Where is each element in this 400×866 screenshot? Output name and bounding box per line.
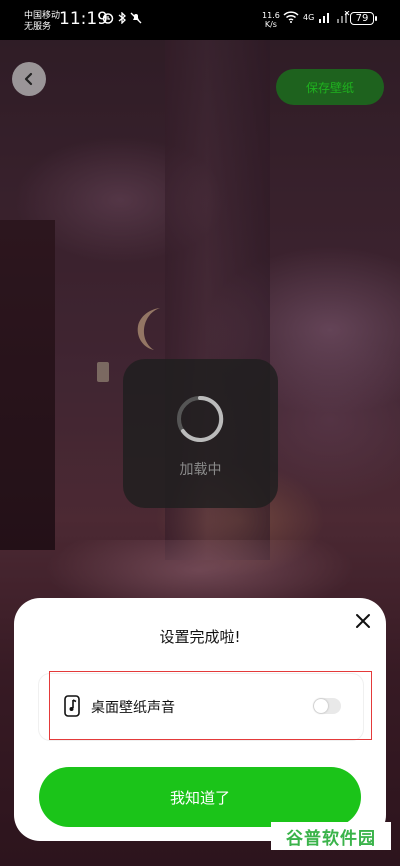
loading-text: 加载中	[179, 462, 222, 478]
no-signal-icon	[337, 11, 350, 23]
alarm-icon	[102, 13, 114, 24]
network-type-label: 4G	[303, 12, 315, 22]
watermark-logo: 谷普软件园	[271, 822, 391, 850]
loading-indicator: 加载中	[123, 359, 278, 508]
wifi-icon	[283, 11, 299, 23]
status-icons-left	[102, 12, 142, 24]
loading-spinner-icon	[177, 395, 224, 442]
network-speed-unit: K/s	[264, 20, 277, 29]
save-wallpaper-button[interactable]: 保存壁纸	[276, 69, 384, 105]
signal-icon	[319, 13, 330, 23]
setup-complete-sheet: 设置完成啦! 桌面壁纸声音 我知道了	[14, 598, 386, 841]
network-speed: 11.6 K/s	[262, 11, 280, 29]
clock: 11:19	[59, 9, 108, 29]
carrier-name: 中国移动	[24, 11, 61, 21]
battery-level: 79	[355, 13, 369, 24]
mute-icon	[130, 12, 142, 24]
status-icons-right: 4G	[283, 11, 350, 23]
close-icon[interactable]	[353, 611, 373, 631]
carrier-info: 中国移动 无服务	[24, 11, 60, 33]
network-speed-value: 11.6	[262, 11, 280, 20]
bluetooth-icon	[118, 12, 126, 24]
chevron-left-icon	[24, 72, 33, 86]
sheet-title: 设置完成啦!	[159, 628, 241, 646]
back-button[interactable]	[12, 62, 46, 96]
got-it-button[interactable]: 我知道了	[39, 767, 361, 827]
service-status: 无服务	[24, 22, 52, 32]
status-bar: 中国移动 无服务 11:19 11.6 K/s 4G 79	[0, 0, 400, 40]
highlight-box	[49, 671, 372, 740]
battery-indicator: 79	[350, 12, 377, 25]
